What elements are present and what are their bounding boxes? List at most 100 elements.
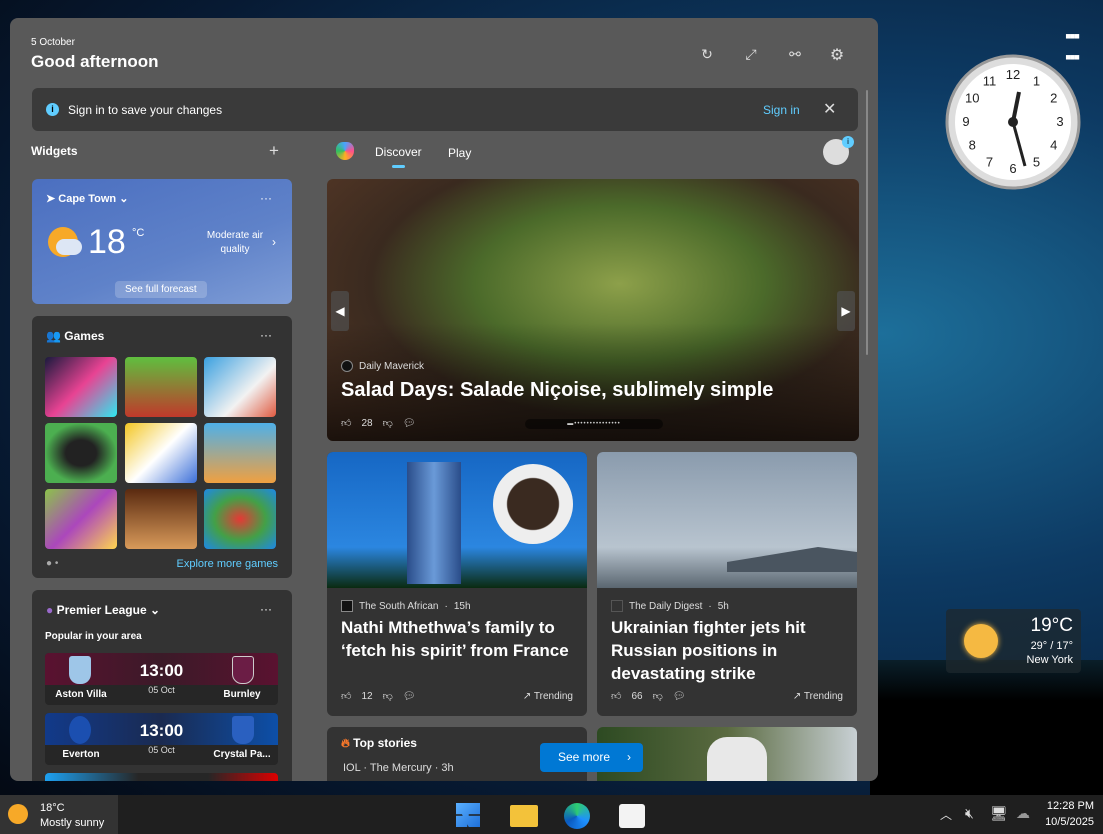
link-icon[interactable]: ⚯ [785, 46, 805, 63]
desktop-ground [870, 660, 1103, 795]
tab-discover[interactable]: Discover [375, 145, 422, 159]
dislike-icon[interactable]: 👎︎ [653, 690, 663, 702]
hero-article[interactable]: ◀ ▶ Daily Maverick Salad Days: Salade Ni… [327, 179, 859, 441]
next-arrow-icon[interactable]: ▶ [837, 291, 855, 331]
article-actions: 👍︎ 66 👎︎ 💬︎ ↗ Trending [611, 690, 843, 703]
match-row[interactable]: 13:00 05 Oct Aston Villa Burnley [45, 653, 278, 705]
match-time: 13:00 [139, 661, 184, 680]
comment-icon[interactable]: 💬︎ [403, 418, 416, 429]
like-icon[interactable]: 👍︎ [341, 690, 351, 702]
clock-number: 11 [983, 73, 997, 88]
chevron-up-icon[interactable]: ︿ [940, 806, 952, 823]
like-count: 12 [361, 690, 373, 702]
clock-time[interactable]: 12:28 PM [1044, 800, 1094, 812]
gear-icon[interactable]: ⚙ [827, 45, 847, 65]
game-tile[interactable] [125, 357, 197, 417]
trending-label: ↗ Trending [792, 690, 843, 702]
store-icon[interactable] [619, 804, 645, 828]
away-team: Burnley [223, 689, 261, 700]
see-forecast-button[interactable]: See full forecast [115, 281, 207, 298]
clock-number: 9 [962, 114, 969, 129]
like-count: 66 [631, 690, 643, 702]
clock-number: 1 [1033, 73, 1040, 88]
close-icon[interactable]: ✕ [823, 99, 836, 119]
more-icon[interactable]: ··· [260, 602, 272, 616]
more-icon[interactable]: ··· [260, 328, 272, 342]
info-icon: i [46, 103, 59, 116]
game-tile[interactable] [204, 357, 276, 417]
home-team: Aston Villa [55, 689, 107, 700]
hero-title[interactable]: Salad Days: Salade Niçoise, sublimely si… [341, 379, 845, 402]
taskbar-weather[interactable]: 18°C Mostly sunny [0, 795, 118, 834]
like-icon[interactable]: 👍︎ [611, 690, 621, 702]
signin-banner: i Sign in to save your changes Sign in ✕ [32, 88, 858, 131]
gadget-city: New York [1026, 654, 1073, 666]
article-title[interactable]: Ukrainian fighter jets hit Russian posit… [611, 616, 843, 685]
match-time: 13:00 [139, 721, 184, 740]
carousel-dots[interactable]: ▬••••••••••••••• [525, 419, 663, 429]
date-label: 5 October [31, 37, 75, 48]
article-card[interactable]: The South African · 15h Nathi Mthethwa’s f… [327, 452, 587, 716]
clock-number: 6 [1009, 161, 1016, 176]
taskbar-temp: 18°C [40, 802, 65, 814]
see-more-button[interactable]: See more › [540, 743, 643, 772]
article-source: The Daily Digest · 5h [611, 600, 729, 612]
weather-unit: °C [132, 227, 145, 239]
clock-number: 7 [986, 155, 993, 170]
prev-arrow-icon[interactable]: ◀ [331, 291, 349, 331]
article-actions: 👍︎ 12 👎︎ 💬︎ ↗ Trending [341, 690, 573, 703]
match-row[interactable] [45, 773, 278, 781]
scrollbar[interactable] [866, 90, 868, 355]
clock-date[interactable]: 10/5/2025 [1038, 816, 1094, 828]
game-tile[interactable] [125, 423, 197, 483]
network-icon[interactable]: 🖥︎ [990, 805, 1008, 822]
dislike-icon[interactable]: 👎︎ [383, 690, 393, 702]
games-title: Games [64, 329, 105, 343]
taskbar: 18°C Mostly sunny ︿ 🔇︎ 🖥︎ ☁︎ 12:28 PM 10… [0, 795, 1103, 834]
onedrive-off-icon[interactable]: ☁︎ [1016, 805, 1030, 822]
article-title[interactable]: Nathi Mthethwa’s family to ‘fetch his sp… [341, 616, 573, 662]
premier-league-widget: ● Premier League ⌄ ··· Popular in your a… [32, 590, 292, 781]
game-tile[interactable] [125, 489, 197, 549]
clock-number: 4 [1050, 138, 1057, 153]
gadget-temp: 19°C [1030, 615, 1073, 636]
game-tile[interactable] [204, 489, 276, 549]
clock-number: 2 [1050, 91, 1057, 106]
clock-number: 10 [965, 91, 979, 106]
widgets-panel: 5 October Good afternoon ↻ ⤢ ⚯ ⚙ i Sign … [10, 18, 878, 781]
weather-widget[interactable]: ➤ Cape Town ⌄ ··· 18 °C Moderate air qua… [32, 179, 292, 304]
story-source[interactable]: IOL · The Mercury · 3h [343, 762, 454, 775]
air-quality[interactable]: Moderate air quality [200, 229, 270, 257]
comment-icon[interactable]: 💬︎ [403, 691, 416, 702]
signin-link[interactable]: Sign in [763, 103, 800, 117]
apps-grid-icon[interactable]: ▪▪▪ ▪▪▪ [1065, 26, 1080, 68]
league-subtitle: Popular in your area [45, 631, 142, 642]
match-row[interactable]: 13:00 05 Oct Everton Crystal Pa... [45, 713, 278, 765]
expand-icon[interactable]: ⤢ [741, 46, 761, 63]
gadget-range: 29° / 17° [1030, 640, 1073, 652]
game-tile[interactable] [45, 357, 117, 417]
game-tile[interactable] [45, 489, 117, 549]
more-icon[interactable]: ··· [260, 191, 272, 205]
refresh-icon[interactable]: ↻ [697, 46, 717, 63]
game-tile[interactable] [204, 423, 276, 483]
partly-sunny-icon [8, 804, 28, 824]
explore-games-link[interactable]: Explore more games [177, 558, 279, 570]
article-card[interactable]: The Daily Digest · 5h Ukrainian fighter je… [597, 452, 857, 716]
start-icon[interactable] [456, 803, 480, 827]
weather-location: Cape Town [58, 193, 117, 205]
add-widget-icon[interactable]: + [264, 141, 284, 161]
sun-icon [964, 624, 998, 658]
game-tile[interactable] [45, 423, 117, 483]
comment-icon[interactable]: 💬︎ [673, 691, 686, 702]
speaker-muted-icon[interactable]: 🔇︎ [965, 805, 974, 822]
pager-dots[interactable]: ● • [46, 558, 58, 569]
clock-number: 8 [969, 138, 976, 153]
edge-icon[interactable] [564, 803, 590, 829]
tab-play[interactable]: Play [448, 146, 471, 160]
file-explorer-icon[interactable] [510, 805, 538, 827]
dislike-icon[interactable]: 👎︎ [383, 417, 393, 429]
like-icon[interactable]: 👍︎ [341, 417, 351, 429]
away-team: Crystal Pa... [213, 749, 271, 760]
weather-temp: 18 [88, 223, 126, 261]
